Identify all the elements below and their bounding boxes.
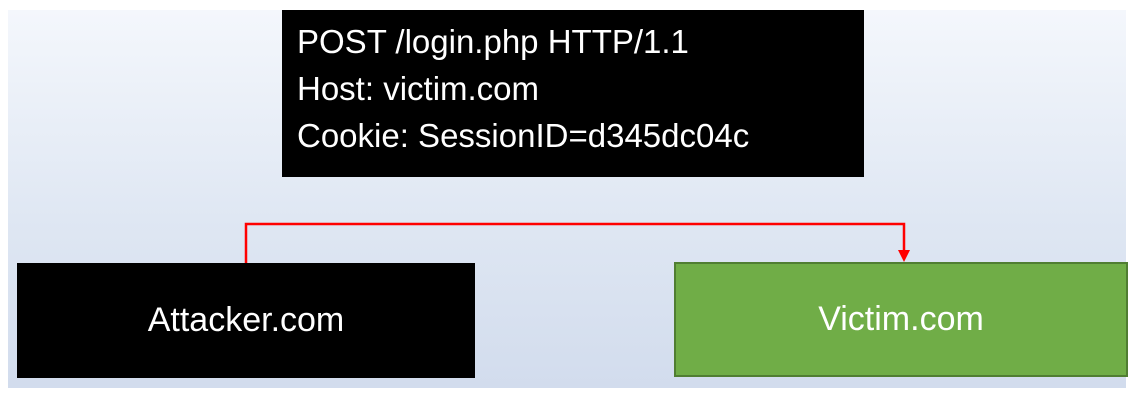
victim-label: Victim.com (818, 300, 984, 338)
connector-arrowhead-icon (898, 250, 910, 262)
victim-node: Victim.com (674, 262, 1128, 377)
attacker-label: Attacker.com (147, 301, 345, 339)
connector-line (244, 222, 906, 263)
attacker-node: Attacker.com (17, 263, 475, 378)
